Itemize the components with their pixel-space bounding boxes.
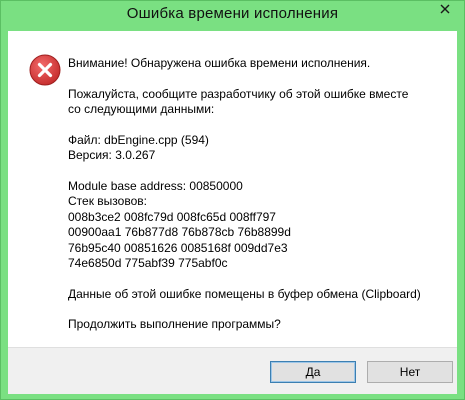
file-info: Файл: dbEngine.cpp (594) (68, 132, 209, 147)
button-bar: Да Нет (8, 347, 457, 394)
stack-line: 008b3ce2 008fc79d 008fc65d 008ff797 (68, 209, 276, 224)
dialog-window: Ошибка времени исполнения Внимание! Обна… (0, 0, 465, 400)
error-icon (29, 54, 61, 86)
module-base-address: Module base address: 00850000 (68, 178, 243, 193)
report-request-line-1: Пожалуйста, сообщите разработчику об это… (68, 86, 409, 101)
dialog-body: Внимание! Обнаружена ошибка времени испо… (8, 31, 457, 394)
no-button[interactable]: Нет (367, 361, 453, 383)
close-button[interactable] (432, 1, 458, 21)
dialog-title: Ошибка времени исполнения (126, 5, 339, 22)
message-header: Внимание! Обнаружена ошибка времени испо… (68, 56, 371, 70)
clipboard-notice: Данные об этой ошибке помещены в буфер о… (68, 286, 421, 301)
stack-line: 74e6850d 775abf39 775abf0c (68, 256, 228, 270)
version-info: Версия: 3.0.267 (68, 148, 156, 162)
stack-line: 76b95c40 00851626 0085168f 009dd7e3 (68, 240, 288, 255)
error-message: Внимание! Обнаружена ошибка времени испо… (68, 56, 448, 348)
close-icon (439, 2, 451, 20)
stack-line: 00900aa1 76b877d8 76b878cb 76b8899d (68, 225, 291, 239)
continue-question: Продолжить выполнение программы? (68, 317, 281, 331)
report-request-line-2: со следующими данными: (68, 102, 215, 116)
title-bar[interactable]: Ошибка времени исполнения (1, 1, 464, 31)
stack-header: Стек вызовов: (68, 194, 147, 208)
yes-button[interactable]: Да (270, 361, 356, 383)
